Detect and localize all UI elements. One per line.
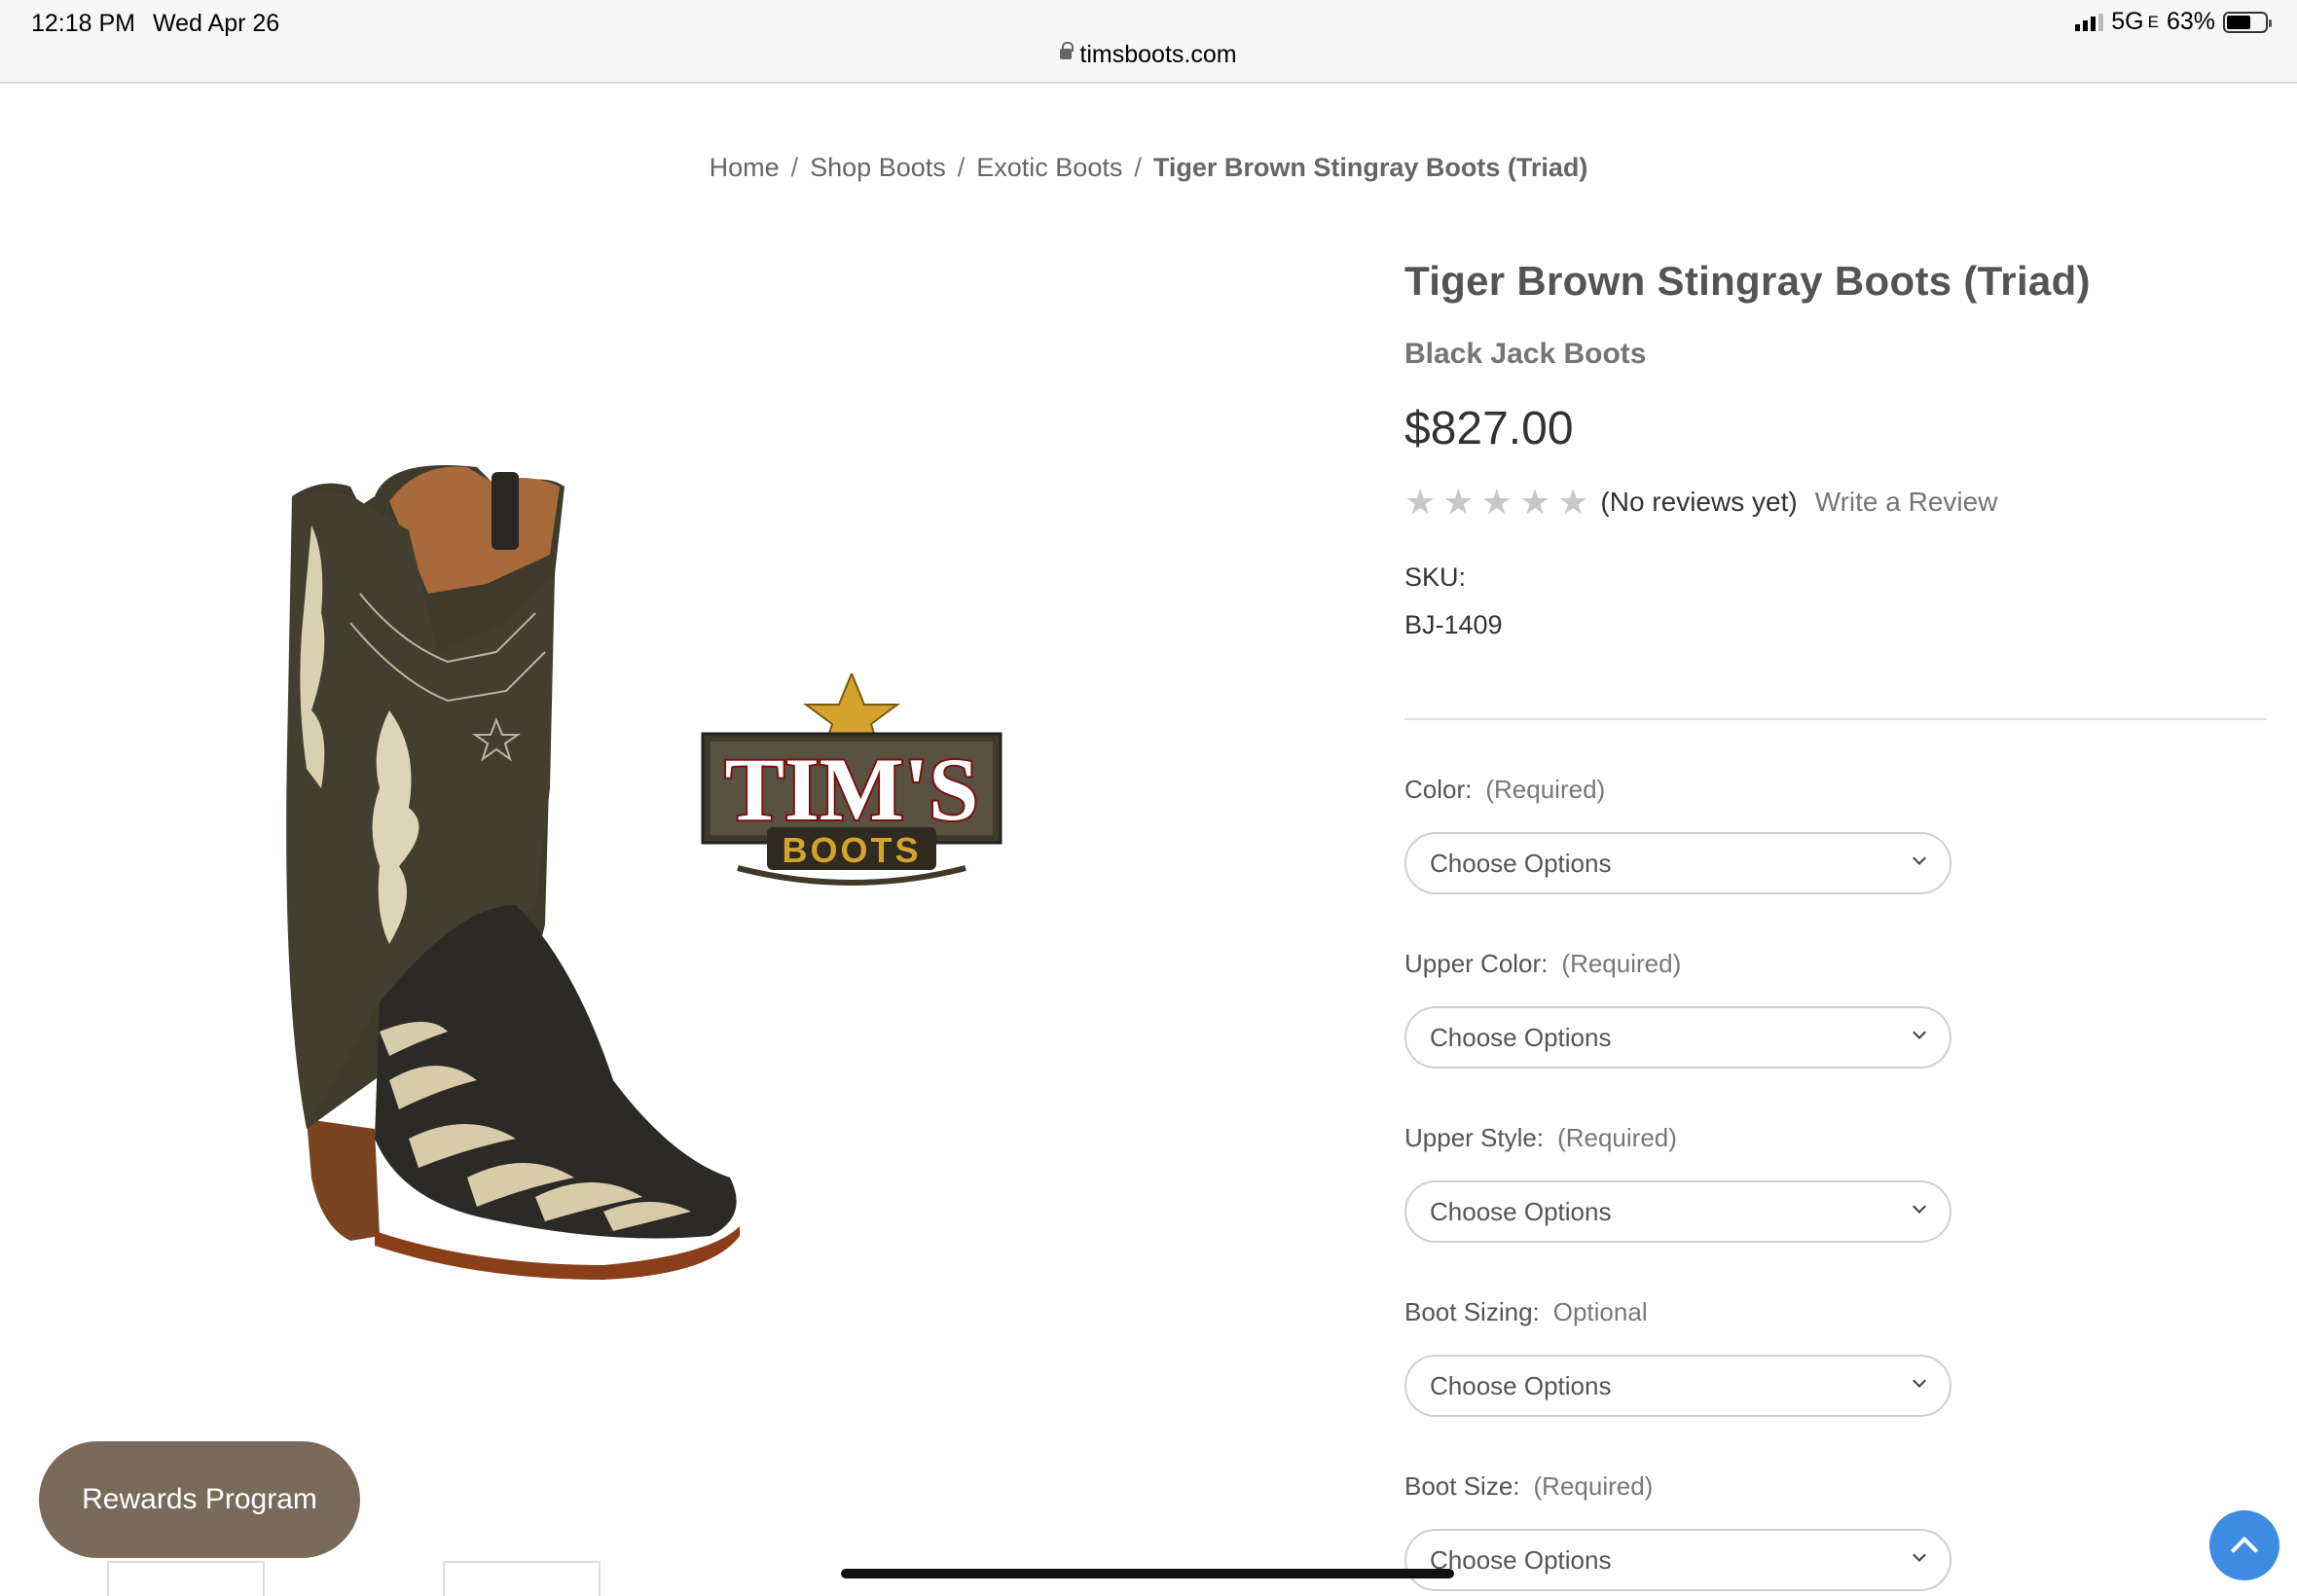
status-time: 12:18 PM bbox=[31, 10, 136, 37]
url-text: timsboots.com bbox=[1079, 41, 1237, 68]
rewards-program-button[interactable]: Rewards Program bbox=[39, 1441, 360, 1558]
breadcrumb-current: Tiger Brown Stingray Boots (Triad) bbox=[1152, 153, 1588, 182]
option-label: Boot Sizing: bbox=[1404, 1297, 1540, 1326]
battery-percent: 63% bbox=[2166, 8, 2215, 35]
product-info: Tiger Brown Stingray Boots (Triad) Black… bbox=[1404, 258, 2271, 1591]
star-icon: ★ bbox=[1404, 482, 1437, 522]
signal-icon bbox=[2075, 13, 2104, 31]
breadcrumb-separator: / bbox=[957, 153, 966, 182]
option-label: Upper Color: bbox=[1404, 949, 1549, 978]
product-thumbnail[interactable] bbox=[107, 1561, 265, 1596]
reviews-count: (No reviews yet) bbox=[1600, 487, 1798, 517]
option-required: Optional bbox=[1552, 1297, 1648, 1326]
breadcrumb-home[interactable]: Home bbox=[710, 153, 780, 182]
chevron-down-icon bbox=[1913, 1548, 1926, 1562]
sku-label: SKU: bbox=[1404, 562, 1467, 592]
chevron-down-icon bbox=[1913, 1374, 1926, 1388]
sku-value: BJ-1409 bbox=[1404, 610, 1503, 639]
star-icon: ★ bbox=[1480, 482, 1513, 522]
select-value: Choose Options bbox=[1430, 1370, 1612, 1400]
svg-text:BOOTS: BOOTS bbox=[782, 830, 921, 870]
url-bar[interactable]: timsboots.com bbox=[0, 41, 2297, 69]
star-icon: ★ bbox=[1557, 482, 1589, 522]
product-thumbnail[interactable] bbox=[443, 1561, 601, 1596]
breadcrumb-shop-boots[interactable]: Shop Boots bbox=[810, 153, 946, 182]
svg-text:TIM'S: TIM'S bbox=[725, 740, 979, 839]
divider bbox=[1404, 718, 2267, 720]
product-image-boot[interactable] bbox=[282, 457, 749, 1353]
option-upper-color: Upper Color: (Required) Choose Options bbox=[1404, 949, 2271, 1069]
chevron-down-icon bbox=[1913, 1200, 1926, 1214]
home-indicator[interactable] bbox=[841, 1569, 1454, 1578]
write-review-link[interactable]: Write a Review bbox=[1815, 487, 1998, 518]
network-suffix: E bbox=[2147, 12, 2159, 31]
breadcrumb: Home / Shop Boots / Exotic Boots / Tiger Brown… bbox=[0, 153, 2297, 183]
option-required: (Required) bbox=[1557, 1123, 1677, 1152]
upper-color-select[interactable]: Choose Options bbox=[1404, 1006, 1951, 1069]
color-select[interactable]: Choose Options bbox=[1404, 832, 1951, 894]
battery-icon bbox=[2223, 11, 2272, 33]
breadcrumb-separator: / bbox=[1134, 153, 1142, 182]
star-icon: ★ bbox=[1518, 482, 1551, 522]
boot-sizing-select[interactable]: Choose Options bbox=[1404, 1355, 1951, 1417]
option-required: (Required) bbox=[1533, 1471, 1654, 1501]
option-required: (Required) bbox=[1561, 949, 1682, 978]
option-label: Color: bbox=[1404, 775, 1473, 804]
product-title: Tiger Brown Stingray Boots (Triad) bbox=[1404, 258, 2091, 304]
breadcrumb-separator: / bbox=[790, 153, 799, 182]
select-value: Choose Options bbox=[1430, 1544, 1612, 1575]
chevron-down-icon bbox=[1913, 852, 1926, 865]
upper-style-select[interactable]: Choose Options bbox=[1404, 1180, 1951, 1243]
option-required: (Required) bbox=[1485, 775, 1606, 804]
back-to-top-button[interactable] bbox=[2209, 1510, 2279, 1580]
product-price: $827.00 bbox=[1404, 403, 1574, 454]
status-bar: 12:18 PM Wed Apr 26 5G E 63% timsboots.c… bbox=[0, 0, 2297, 84]
lock-icon bbox=[1060, 41, 1075, 59]
rating-row: ★ ★ ★ ★ ★ (No reviews yet) Write a Revie… bbox=[1404, 485, 2271, 520]
star-icon: ★ bbox=[1442, 482, 1475, 522]
select-value: Choose Options bbox=[1430, 848, 1612, 878]
option-color: Color: (Required) Choose Options bbox=[1404, 775, 2271, 894]
rating-stars: ★ ★ ★ ★ ★ bbox=[1404, 485, 1588, 520]
arrow-up-icon bbox=[2230, 1536, 2259, 1565]
option-label: Upper Style: bbox=[1404, 1123, 1545, 1152]
option-label: Boot Size: bbox=[1404, 1471, 1520, 1501]
product-brand[interactable]: Black Jack Boots bbox=[1404, 338, 2271, 371]
select-value: Choose Options bbox=[1430, 1196, 1612, 1226]
breadcrumb-exotic-boots[interactable]: Exotic Boots bbox=[976, 153, 1122, 182]
tims-boots-logo: TIM'S BOOTS bbox=[701, 673, 1003, 886]
option-boot-sizing: Boot Sizing: Optional Choose Options bbox=[1404, 1297, 2271, 1417]
option-upper-style: Upper Style: (Required) Choose Options bbox=[1404, 1123, 2271, 1243]
network-label: 5G bbox=[2111, 8, 2144, 35]
chevron-down-icon bbox=[1913, 1026, 1926, 1039]
status-indicators: 5G E 63% bbox=[2075, 8, 2272, 36]
status-date: Wed Apr 26 bbox=[153, 10, 280, 37]
boot-size-select[interactable]: Choose Options bbox=[1404, 1529, 1951, 1591]
select-value: Choose Options bbox=[1430, 1022, 1612, 1052]
option-boot-size: Boot Size: (Required) Choose Options bbox=[1404, 1471, 2271, 1591]
